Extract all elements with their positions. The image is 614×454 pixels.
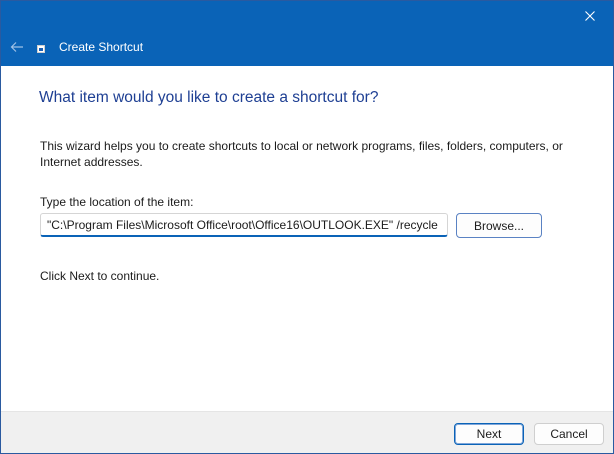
page-heading: What item would you like to create a sho… — [39, 89, 379, 106]
create-shortcut-dialog: Create Shortcut What item would you like… — [0, 0, 614, 454]
button-bar: Next Cancel — [1, 411, 613, 453]
browse-button[interactable]: Browse... — [456, 213, 542, 238]
wizard-content: What item would you like to create a sho… — [1, 66, 613, 411]
cancel-button[interactable]: Cancel — [534, 423, 604, 445]
location-label: Type the location of the item: — [40, 195, 194, 209]
window-title: Create Shortcut — [59, 40, 144, 54]
title-bar: Create Shortcut — [1, 1, 613, 66]
close-icon — [585, 11, 595, 21]
next-button[interactable]: Next — [454, 423, 524, 445]
back-button[interactable] — [7, 37, 27, 57]
close-button[interactable] — [567, 1, 613, 31]
back-arrow-icon — [10, 42, 23, 52]
location-input[interactable] — [40, 213, 448, 237]
continue-text: Click Next to continue. — [40, 269, 160, 283]
intro-text: This wizard helps you to create shortcut… — [40, 139, 563, 169]
shortcut-icon — [37, 45, 45, 53]
